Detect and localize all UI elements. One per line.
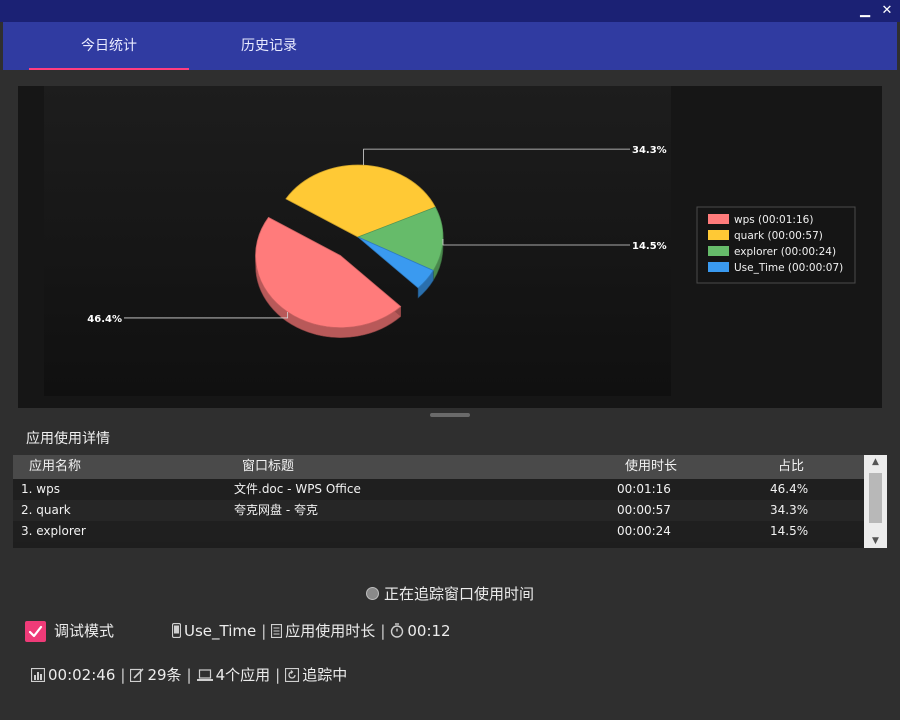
cell-app-name: 1. wps (21, 482, 60, 496)
legend-swatch-use-time (708, 262, 729, 272)
data-label-explorer: 14.5% (632, 241, 667, 252)
summary-info-line: 00:02:46 | 29条 | 4个应用 | 追踪中 (31, 665, 347, 686)
record-count: 29条 (147, 666, 182, 684)
cell-duration: 00:00:57 (617, 503, 671, 517)
cell-share: 46.4% (770, 482, 809, 496)
document-icon (271, 624, 283, 638)
legend-label-wps[interactable]: wps (00:01:16) (734, 214, 813, 226)
minimize-button[interactable]: ▁ (856, 2, 874, 20)
refresh-icon (285, 668, 300, 682)
data-label-quark: 34.3% (632, 145, 667, 156)
pie-chart: 46.4% 34.3% 14.5% wps (00:01:16) quark (00:… (44, 86, 856, 396)
cell-share: 34.3% (770, 503, 809, 517)
status-indicator-icon (365, 587, 379, 600)
total-time: 00:02:46 (48, 666, 116, 684)
debug-mode-label: 调试模式 (54, 622, 115, 640)
legend-label-explorer[interactable]: explorer (00:00:24) (734, 246, 836, 258)
scroll-thumb[interactable] (869, 473, 882, 523)
legend-swatch-quark (708, 230, 729, 240)
cell-window-title: 夸克网盘 - 夸克 (234, 503, 318, 517)
column-header-share[interactable]: 占比 (778, 455, 804, 479)
tracking-status: 正在追踪窗口使用时间 (0, 583, 900, 604)
legend-label-use-time[interactable]: Use_Time (00:00:07) (734, 262, 843, 274)
chart-panel: 46.4% 34.3% 14.5% wps (00:01:16) quark (00:… (18, 86, 882, 408)
tab-today-stats[interactable]: 今日统计 (29, 22, 189, 70)
cell-window-title: 文件.doc - WPS Office (234, 482, 361, 496)
cell-share: 14.5% (770, 524, 809, 538)
scroll-up-icon[interactable]: ▲ (864, 455, 887, 469)
tracking-state: 追踪中 (302, 666, 348, 684)
checkmark-icon (28, 625, 43, 638)
legend-swatch-explorer (708, 246, 729, 256)
tracking-status-text: 正在追踪窗口使用时间 (383, 585, 534, 603)
debug-mode-checkbox[interactable] (25, 621, 46, 642)
cell-duration: 00:00:24 (617, 524, 671, 538)
legend: wps (00:01:16) quark (00:00:57) explorer (… (696, 206, 856, 284)
app-count: 4个应用 (215, 666, 271, 684)
table-row[interactable]: 3. explorer 00:00:24 14.5% (13, 521, 864, 542)
current-window-title: 应用使用时长 (285, 622, 376, 640)
table-header: 应用名称 窗口标题 使用时长 占比 (13, 455, 864, 479)
tab-bar: 今日统计 历史记录 (3, 22, 897, 70)
memo-icon (130, 668, 145, 682)
table-scrollbar[interactable]: ▲ ▼ (864, 455, 887, 548)
scroll-down-icon[interactable]: ▼ (864, 534, 887, 548)
current-info-line: Use_Time | 应用使用时长 | 00:12 (172, 621, 451, 642)
data-label-wps: 46.4% (87, 314, 122, 325)
bar-chart-icon (31, 668, 45, 682)
column-header-duration[interactable]: 使用时长 (625, 455, 677, 479)
column-header-window-title[interactable]: 窗口标题 (242, 455, 294, 479)
current-app: Use_Time (184, 622, 257, 640)
cell-duration: 00:01:16 (617, 482, 671, 496)
details-section-title: 应用使用详情 (26, 431, 110, 447)
title-bar: ▁ ✕ (0, 0, 900, 22)
splitter-handle[interactable] (430, 413, 470, 417)
plot-area (44, 86, 671, 396)
legend-swatch-wps (708, 214, 729, 224)
laptop-icon (196, 669, 213, 681)
column-header-app-name[interactable]: 应用名称 (29, 455, 81, 479)
stopwatch-icon (391, 623, 404, 638)
cell-app-name: 2. quark (21, 503, 71, 517)
close-button[interactable]: ✕ (878, 2, 896, 20)
cell-app-name: 3. explorer (21, 524, 86, 538)
table-row[interactable]: 1. wps 文件.doc - WPS Office 00:01:16 46.4… (13, 479, 864, 500)
table-row[interactable]: 2. quark 夸克网盘 - 夸克 00:00:57 34.3% (13, 500, 864, 521)
legend-label-quark[interactable]: quark (00:00:57) (734, 230, 823, 242)
phone-icon (172, 623, 181, 638)
details-table: 应用名称 窗口标题 使用时长 占比 1. wps 文件.doc - WPS Of… (13, 455, 887, 548)
tab-history[interactable]: 历史记录 (189, 22, 349, 70)
session-time: 00:12 (407, 622, 451, 640)
